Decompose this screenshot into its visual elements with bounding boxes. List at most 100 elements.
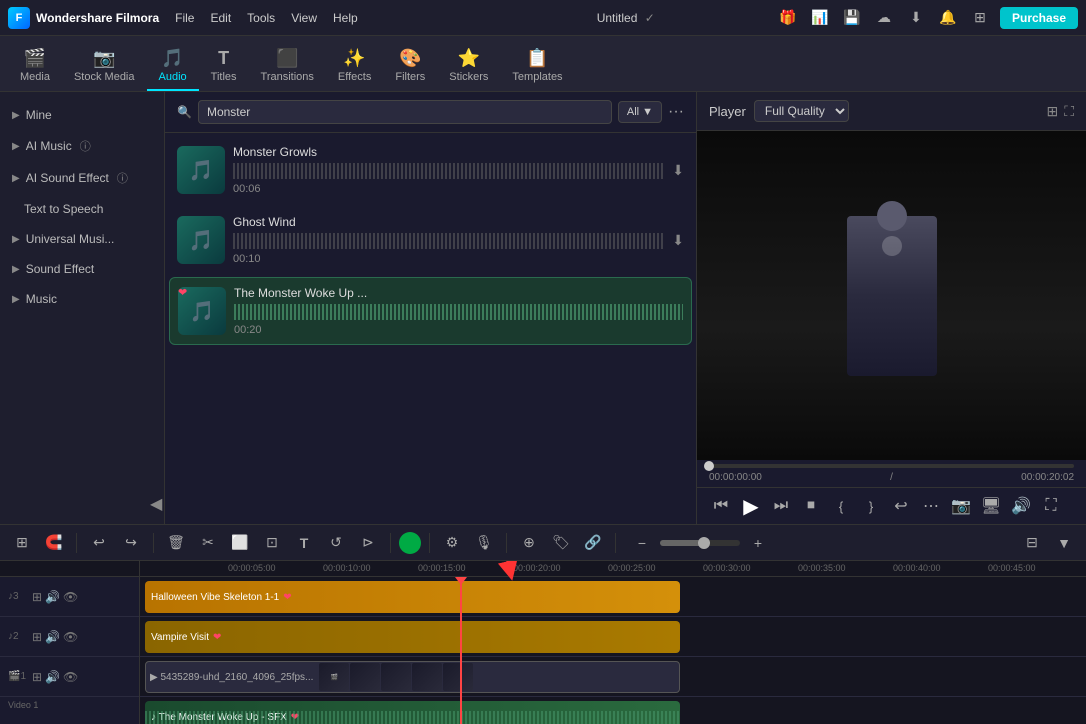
track-audio-icon[interactable]: 🔊 xyxy=(45,630,60,644)
track-eye-icon[interactable]: 👁 xyxy=(63,670,78,684)
zoom-slider[interactable] xyxy=(660,540,740,546)
gift-icon[interactable]: 🎁 xyxy=(776,6,800,30)
zoom-controls: − + xyxy=(628,529,772,557)
download-icon[interactable]: ⬇ xyxy=(672,162,684,179)
track-layer-icon[interactable]: ⊞ xyxy=(32,590,42,604)
tab-stock-media[interactable]: 📷 Stock Media xyxy=(62,42,147,91)
menu-edit[interactable]: Edit xyxy=(210,11,231,25)
secondary-screen-btn[interactable]: 🖥 xyxy=(979,494,1003,518)
save-icon[interactable]: 💾 xyxy=(840,6,864,30)
text-btn[interactable]: T xyxy=(290,529,318,557)
volume-btn[interactable]: 🔊 xyxy=(1009,494,1033,518)
grid-view-icon[interactable]: ⊞ xyxy=(1046,103,1058,120)
grid-layout-btn[interactable]: ⊟ xyxy=(1018,529,1046,557)
skip-back-btn[interactable]: ⏮ xyxy=(709,494,733,518)
snap-btn[interactable]: 🧲 xyxy=(40,529,68,557)
sidebar-item-text-to-speech[interactable]: Text to Speech xyxy=(0,194,164,224)
quality-select[interactable]: Full Quality 1/2 Quality 1/4 Quality xyxy=(754,100,849,122)
sidebar-item-ai-music[interactable]: ▶ AI Music ⓘ xyxy=(0,130,164,162)
record-btn[interactable] xyxy=(399,532,421,554)
split-btn[interactable]: ⬜ xyxy=(226,529,254,557)
audio-item-monster-growls[interactable]: 🎵 Monster Growls 00:06 ⬇ xyxy=(169,137,692,203)
grid-icon[interactable]: ⊞ xyxy=(968,6,992,30)
tab-filters[interactable]: 🎨 Filters xyxy=(383,42,437,91)
zoom-slider-thumb[interactable] xyxy=(698,537,710,549)
audio-item-monster-woke-up[interactable]: 🎵 ❤ The Monster Woke Up ... 00:20 xyxy=(169,277,692,345)
tab-effects[interactable]: ✨ Effects xyxy=(326,42,383,91)
track-clip-vampire[interactable]: Vampire Visit ❤ xyxy=(145,621,680,653)
expand-icon[interactable]: ⛶ xyxy=(1064,103,1074,120)
zoom-in-btn[interactable]: + xyxy=(744,529,772,557)
mark-out-btn[interactable]: } xyxy=(859,494,883,518)
tab-titles[interactable]: T Titles xyxy=(199,42,249,91)
track-clip-halloween[interactable]: Halloween Vibe Skeleton 1-1 ❤ xyxy=(145,581,680,613)
analytics-icon[interactable]: 📊 xyxy=(808,6,832,30)
cut-btn[interactable]: ✂ xyxy=(194,529,222,557)
sidebar-item-sound-effect[interactable]: ▶ Sound Effect xyxy=(0,254,164,284)
fullscreen-btn[interactable]: ⛶ xyxy=(1039,494,1063,518)
crop-btn[interactable]: ⊡ xyxy=(258,529,286,557)
player-progress-bar[interactable] xyxy=(709,464,1074,468)
more-ctrl-btn[interactable]: ⋯ xyxy=(919,494,943,518)
mark-in-btn[interactable]: { xyxy=(829,494,853,518)
zoom-out-btn[interactable]: − xyxy=(628,529,656,557)
stop-btn[interactable]: ⏹ xyxy=(799,494,823,518)
filter-dropdown[interactable]: All ▼ xyxy=(618,101,662,123)
tab-templates[interactable]: 📋 Templates xyxy=(500,42,574,91)
audio-track-btn[interactable]: 🎙 xyxy=(470,529,498,557)
tab-media[interactable]: 🎬 Media xyxy=(8,42,62,91)
tab-audio[interactable]: 🎵 Audio xyxy=(147,42,199,91)
speed-btn[interactable]: ⊳ xyxy=(354,529,382,557)
delete-btn[interactable]: 🗑 xyxy=(162,529,190,557)
tag-btn[interactable]: 🏷 xyxy=(547,529,575,557)
add-track-btn[interactable]: ⊕ xyxy=(515,529,543,557)
download-icon[interactable]: ⬇ xyxy=(904,6,928,30)
playhead[interactable] xyxy=(460,577,462,724)
menu-file[interactable]: File xyxy=(175,11,194,25)
track-clip-video[interactable]: ▶ 5435289-uhd_2160_4096_25fps... 🎬 xyxy=(145,661,680,693)
search-input[interactable] xyxy=(198,100,612,124)
sidebar-collapse-btn[interactable]: ◀ xyxy=(150,494,162,514)
topbar-icons: 🎁 📊 💾 ☁ ⬇ 🔔 ⊞ Purchase xyxy=(776,6,1078,30)
track-clip-monster-sfx[interactable]: ♪ The Monster Woke Up - SFX ❤ xyxy=(145,701,680,724)
rotate-btn[interactable]: ↺ xyxy=(322,529,350,557)
export-icon[interactable]: ☁ xyxy=(872,6,896,30)
layout-btn[interactable]: ⊞ xyxy=(8,529,36,557)
chevron-icon: ▶ xyxy=(12,173,20,184)
redo-btn[interactable]: ↪ xyxy=(117,529,145,557)
toolbar-separator xyxy=(615,533,616,553)
track-audio-icon[interactable]: 🔊 xyxy=(45,590,60,604)
more-layout-btn[interactable]: ▼ xyxy=(1050,529,1078,557)
track-eye-icon[interactable]: 👁 xyxy=(63,630,78,644)
audio-item-ghost-wind[interactable]: 🎵 Ghost Wind 00:10 ⬇ xyxy=(169,207,692,273)
sidebar-item-universal-music[interactable]: ▶ Universal Musi... xyxy=(0,224,164,254)
notification-icon[interactable]: 🔔 xyxy=(936,6,960,30)
purchase-button[interactable]: Purchase xyxy=(1000,7,1078,29)
track-layer-icon[interactable]: ⊞ xyxy=(32,630,42,644)
sidebar-item-ai-sound-effect[interactable]: ▶ AI Sound Effect ⓘ xyxy=(0,162,164,194)
menu-view[interactable]: View xyxy=(291,11,317,25)
more-options-btn[interactable]: ··· xyxy=(668,103,684,121)
player-progress-thumb[interactable] xyxy=(704,461,714,471)
insert-btn[interactable]: ↩ xyxy=(889,494,913,518)
download-icon[interactable]: ⬇ xyxy=(672,232,684,249)
tab-transitions[interactable]: ⬛ Transitions xyxy=(249,42,326,91)
undo-btn[interactable]: ↩ xyxy=(85,529,113,557)
tab-stickers[interactable]: ⭐ Stickers xyxy=(437,42,500,91)
track-audio-icon[interactable]: 🔊 xyxy=(45,670,60,684)
track-layer-icon[interactable]: ⊞ xyxy=(32,670,42,684)
settings-btn[interactable]: ⚙ xyxy=(438,529,466,557)
sidebar-item-music[interactable]: ▶ Music xyxy=(0,284,164,314)
track-eye-icon[interactable]: 👁 xyxy=(63,590,78,604)
app-name: Wondershare Filmora xyxy=(36,11,159,25)
snapshot-btn[interactable]: 📷 xyxy=(949,494,973,518)
video-label: Video 1 xyxy=(0,697,139,713)
skip-forward-btn[interactable]: ⏭ xyxy=(769,494,793,518)
track-labels: ♪3 ⊞ 🔊 👁 ♪2 ⊞ 🔊 👁 🎬1 ⊞ xyxy=(0,561,140,724)
track-label-video1: 🎬1 ⊞ 🔊 👁 xyxy=(0,657,139,697)
menu-help[interactable]: Help xyxy=(333,11,358,25)
link-btn[interactable]: 🔗 xyxy=(579,529,607,557)
menu-tools[interactable]: Tools xyxy=(247,11,275,25)
play-btn[interactable]: ▶ xyxy=(739,494,763,518)
sidebar-item-mine[interactable]: ▶ Mine xyxy=(0,100,164,130)
